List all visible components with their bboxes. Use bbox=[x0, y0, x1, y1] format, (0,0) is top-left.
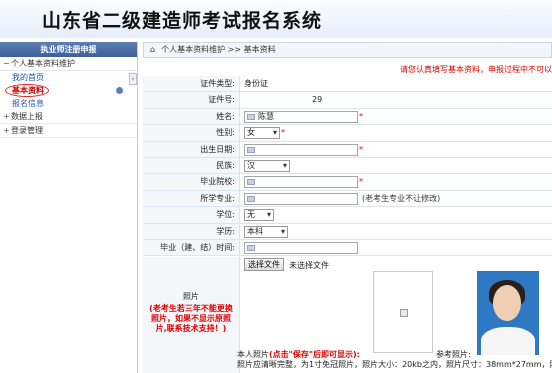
ethnicity-select[interactable]: 汉 bbox=[244, 159, 290, 172]
photo-label: 照片 bbox=[183, 292, 199, 301]
input-icon bbox=[247, 179, 255, 186]
sidebar-group-label: 数据上报 bbox=[11, 112, 43, 121]
personal-photo-frame bbox=[373, 271, 433, 353]
personal-photo-caption-prefix: 本人照片 bbox=[237, 350, 269, 359]
personal-photo-caption-hint: (点击"保存"后即可显示): bbox=[269, 350, 360, 359]
notice-text: 请您认真填写基本资料，申报过程中不可以 bbox=[400, 65, 552, 74]
id-type-value: 身份证 bbox=[244, 79, 268, 88]
calendar-icon bbox=[247, 146, 255, 153]
sidebar-group-personal-info[interactable]: −个人基本资料维护 bbox=[0, 57, 137, 71]
sidebar-group-label: 登录管理 bbox=[11, 126, 43, 135]
field-label: 学位: bbox=[143, 207, 240, 223]
form-row-graduation-time: 毕业（建、结）时间: bbox=[143, 239, 552, 257]
major-input[interactable] bbox=[244, 192, 358, 205]
sidebar: 执业师注册申报 −个人基本资料维护 我的首页 基本资料 报名信息 +数据上报 +… bbox=[0, 42, 138, 373]
reference-photo bbox=[477, 271, 539, 355]
gender-select[interactable]: 女 bbox=[244, 127, 280, 140]
field-label: 毕业（建、结）时间: bbox=[143, 239, 240, 256]
field-label: 民族: bbox=[143, 157, 240, 174]
photo-requirement: 照片应清晰完整，为1寸免冠照片，照片大小：20kb之内，照片尺寸：38mm*27… bbox=[237, 360, 552, 369]
field-label: 性别: bbox=[143, 125, 240, 141]
school-input[interactable] bbox=[244, 176, 358, 189]
field-label: 学历: bbox=[143, 223, 240, 239]
expand-icon: + bbox=[3, 112, 10, 121]
input-icon bbox=[247, 113, 255, 120]
required-mark: * bbox=[281, 128, 285, 138]
expand-icon: + bbox=[3, 126, 10, 135]
form-row-name: 姓名: 陈慧 * bbox=[143, 108, 552, 126]
education-select[interactable]: 本科 bbox=[244, 225, 288, 238]
sidebar-item-home[interactable]: 我的首页 bbox=[0, 71, 137, 84]
basic-info-form: 证件类型: 身份证 证件号: 29 姓名: 陈慧* 性别: 女* 出生日期: *… bbox=[143, 76, 552, 257]
calendar-icon bbox=[247, 244, 255, 251]
reference-photo-face bbox=[493, 285, 521, 321]
form-row-birth-date: 出生日期: * bbox=[143, 141, 552, 158]
header-banner: 山东省二级建造师考试报名系统 bbox=[0, 0, 552, 38]
birth-date-input[interactable] bbox=[244, 143, 358, 156]
breadcrumb: ⌂ 个人基本资料维护 >> 基本资料 bbox=[143, 42, 552, 58]
broken-image-icon bbox=[400, 309, 408, 317]
file-status: 未选择文件 bbox=[289, 261, 329, 270]
sidebar-toggle-button[interactable]: ‹ bbox=[129, 73, 137, 85]
form-row-id-number: 证件号: 29 bbox=[143, 92, 552, 109]
id-number-value: 29 bbox=[312, 95, 323, 105]
required-mark: * bbox=[359, 111, 363, 121]
arrow-circle-icon bbox=[116, 87, 123, 94]
required-mark: * bbox=[359, 144, 363, 154]
highlight-circle bbox=[5, 84, 49, 97]
sidebar-group-data-report[interactable]: +数据上报 bbox=[0, 110, 137, 124]
breadcrumb-text: 个人基本资料维护 >> 基本资料 bbox=[161, 45, 276, 54]
field-label: 证件号: bbox=[143, 92, 240, 108]
form-row-gender: 性别: 女* bbox=[143, 125, 552, 142]
home-icon[interactable]: ⌂ bbox=[150, 43, 155, 57]
field-label: 所学专业: bbox=[143, 190, 240, 207]
graduation-date-input[interactable] bbox=[244, 241, 358, 254]
sidebar-item-basic-info[interactable]: 基本资料 bbox=[0, 84, 137, 97]
form-row-ethnicity: 民族: 汉 bbox=[143, 157, 552, 175]
photo-label-cell: 照片 (老考生若三年不能更换照片，如果不显示原照片,联系技术支持！) bbox=[143, 257, 240, 373]
choose-file-button[interactable]: 选择文件 bbox=[244, 258, 284, 271]
field-label: 证件类型: bbox=[143, 76, 240, 92]
form-row-education: 学历: 本科 bbox=[143, 223, 552, 240]
photo-section: 照片 (老考生若三年不能更换照片，如果不显示原照片,联系技术支持！) 选择文件 … bbox=[143, 257, 552, 373]
field-label: 毕业院校: bbox=[143, 174, 240, 190]
input-icon bbox=[247, 195, 255, 202]
major-note: (老考生专业不让修改) bbox=[362, 193, 441, 203]
required-mark: * bbox=[359, 177, 363, 187]
name-input-value: 陈慧 bbox=[258, 111, 274, 121]
reference-photo-shirt bbox=[481, 327, 535, 355]
field-label: 姓名: bbox=[143, 108, 240, 125]
form-row-degree: 学位: 无 bbox=[143, 207, 552, 224]
collapse-icon: − bbox=[3, 59, 10, 68]
form-row-id-type: 证件类型: 身份证 bbox=[143, 76, 552, 93]
form-row-major: 所学专业: (老考生专业不让修改) bbox=[143, 190, 552, 208]
photo-warning: (老考生若三年不能更换照片，如果不显示原照片,联系技术支持！) bbox=[149, 304, 233, 333]
app-title: 山东省二级建造师考试报名系统 bbox=[42, 10, 323, 32]
sidebar-group-login-management[interactable]: +登录管理 bbox=[0, 124, 137, 138]
sidebar-group-label: 个人基本资料维护 bbox=[11, 59, 75, 68]
name-input[interactable]: 陈慧 bbox=[244, 110, 358, 123]
form-row-school: 毕业院校: * bbox=[143, 174, 552, 191]
degree-select[interactable]: 无 bbox=[244, 209, 274, 222]
sidebar-item-registration-info[interactable]: 报名信息 bbox=[0, 97, 137, 110]
field-label: 出生日期: bbox=[143, 141, 240, 157]
sidebar-heading: 执业师注册申报 bbox=[0, 42, 137, 57]
